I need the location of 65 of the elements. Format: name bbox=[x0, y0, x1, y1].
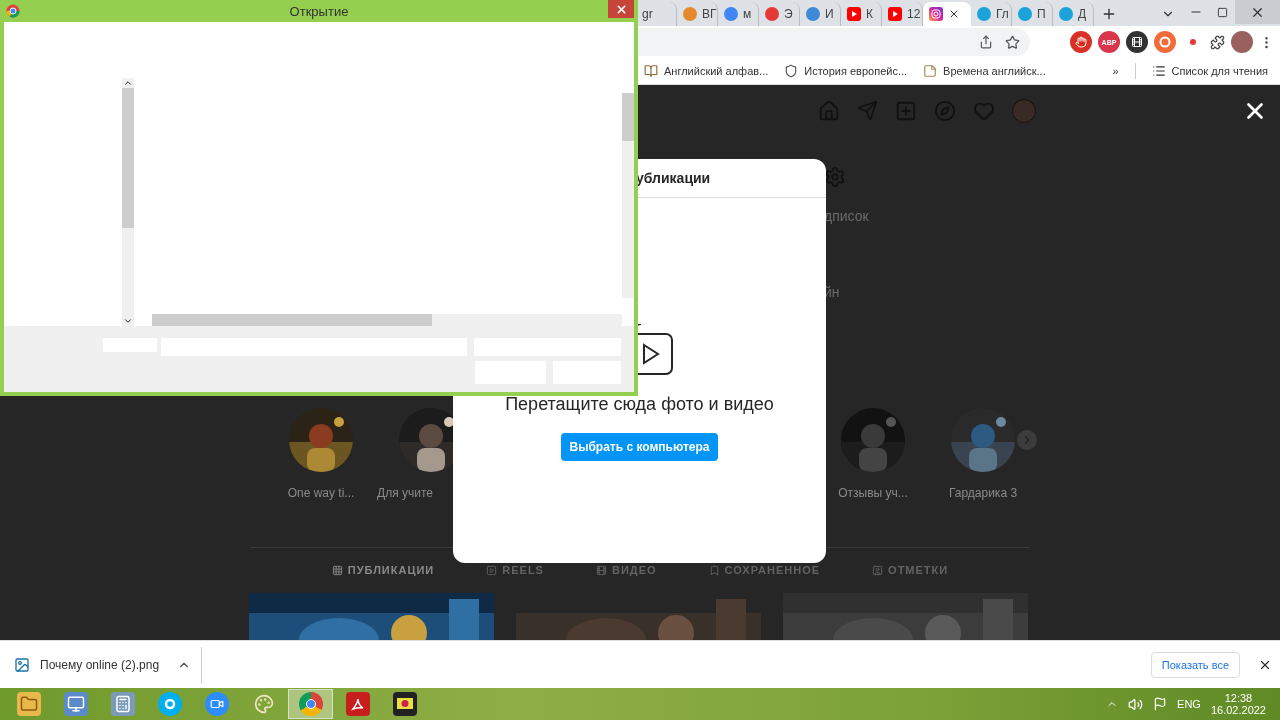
note-icon bbox=[923, 64, 938, 78]
bookmark[interactable]: История европейс... bbox=[784, 64, 908, 78]
shield-icon bbox=[784, 64, 799, 78]
round-logo-icon bbox=[765, 7, 779, 21]
plus-icon bbox=[1101, 6, 1117, 22]
maximize-icon bbox=[1216, 6, 1228, 18]
star-icon[interactable] bbox=[1005, 34, 1020, 50]
record-icon[interactable] bbox=[1154, 31, 1176, 53]
play-icon bbox=[847, 7, 861, 21]
avatar[interactable] bbox=[1231, 31, 1253, 53]
flag-icon[interactable] bbox=[1153, 697, 1168, 711]
monitor-icon bbox=[392, 692, 417, 716]
tab-icon bbox=[595, 564, 607, 576]
reading-list-button[interactable]: Список для чтения bbox=[1151, 64, 1268, 78]
drop-hint: Перетащите сюда фото и видео bbox=[505, 394, 774, 415]
round-logo-icon bbox=[157, 692, 182, 716]
close-icon bbox=[614, 2, 628, 16]
hand-icon[interactable] bbox=[1070, 31, 1092, 53]
clock-time[interactable]: 12:38 bbox=[1224, 692, 1253, 704]
address-field[interactable] bbox=[638, 28, 1030, 56]
tab-icon bbox=[708, 564, 720, 576]
caret-icon bbox=[123, 78, 133, 88]
play-icon bbox=[888, 7, 902, 21]
dialog-title: убликации bbox=[636, 170, 711, 186]
more-bookmarks-button[interactable]: » bbox=[1112, 65, 1119, 77]
calculator-icon bbox=[110, 692, 135, 716]
story-highlight[interactable]: Гардарика 3 bbox=[933, 407, 1033, 539]
folder-icon bbox=[16, 692, 41, 716]
list-icon bbox=[1151, 64, 1166, 78]
round-logo-icon bbox=[1018, 7, 1032, 21]
settings-icon[interactable] bbox=[824, 166, 846, 189]
show-all-button[interactable]: Показать все bbox=[1150, 651, 1240, 678]
browser-logo-icon bbox=[6, 4, 20, 18]
film-icon[interactable] bbox=[1126, 31, 1148, 53]
clock-date[interactable]: 16.02.2022 bbox=[1210, 704, 1266, 716]
language-indicator[interactable]: ENG bbox=[1177, 698, 1201, 710]
round-logo-icon bbox=[806, 7, 820, 21]
window-title: Открытие bbox=[289, 3, 349, 19]
close-icon[interactable] bbox=[948, 8, 960, 20]
tab-icon bbox=[331, 564, 343, 576]
story-highlight[interactable]: One way ti... bbox=[271, 407, 371, 539]
bookmark[interactable]: Английский алфав... bbox=[644, 64, 769, 78]
story-highlight[interactable]: Отзывы уч... bbox=[823, 407, 923, 539]
document-logo-icon bbox=[345, 692, 370, 716]
round-logo-icon bbox=[1059, 7, 1073, 21]
video-icon bbox=[204, 692, 229, 716]
browser-tab[interactable] bbox=[923, 2, 971, 26]
puzzle-icon[interactable] bbox=[1210, 34, 1225, 50]
round-logo-icon bbox=[683, 7, 697, 21]
tab-icon bbox=[872, 564, 884, 576]
monitor-icon bbox=[63, 692, 88, 716]
book-icon bbox=[644, 64, 658, 78]
profile-text: дписок bbox=[824, 208, 870, 225]
bookmark[interactable]: Времена английск... bbox=[923, 64, 1046, 78]
caret-icon bbox=[123, 316, 133, 326]
share-icon[interactable] bbox=[979, 35, 993, 49]
download-item[interactable]: Почему online (2).png bbox=[40, 657, 160, 672]
camera-icon bbox=[929, 7, 943, 21]
tab-icon bbox=[486, 564, 498, 576]
browser-logo-icon bbox=[298, 692, 323, 716]
image-file-icon bbox=[14, 656, 30, 673]
volume-icon[interactable] bbox=[1128, 696, 1144, 712]
profile-tab[interactable]: ПУБЛИКАЦИИ bbox=[331, 564, 435, 577]
round-logo-icon bbox=[977, 7, 991, 21]
round-logo-icon bbox=[724, 7, 738, 21]
